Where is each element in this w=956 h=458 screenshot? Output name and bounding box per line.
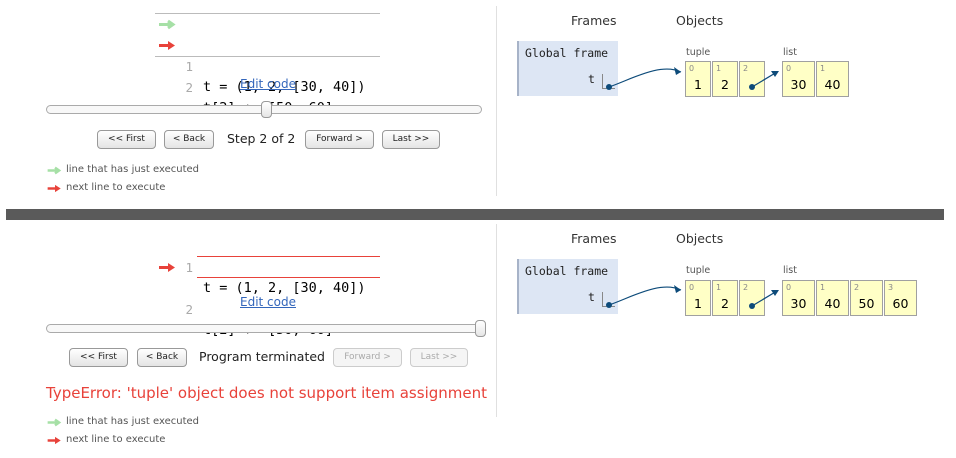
section-divider [6,209,944,220]
pointer-arrow [608,286,682,306]
visualizer-panel-step-2: 1 t = (1, 2, [30, 40]) 2 t[2] += [50, 60… [0,0,956,209]
pointer-arrowhead [771,71,779,77]
pointer-arrows [606,67,779,90]
pointer-arrow [608,68,682,88]
visualizer-panel-terminated: 1 t = (1, 2, [30, 40]) 2 t[2] += [50, 60… [0,220,956,458]
pointer-arrowhead [771,290,779,296]
pointer-arrows [606,285,779,309]
